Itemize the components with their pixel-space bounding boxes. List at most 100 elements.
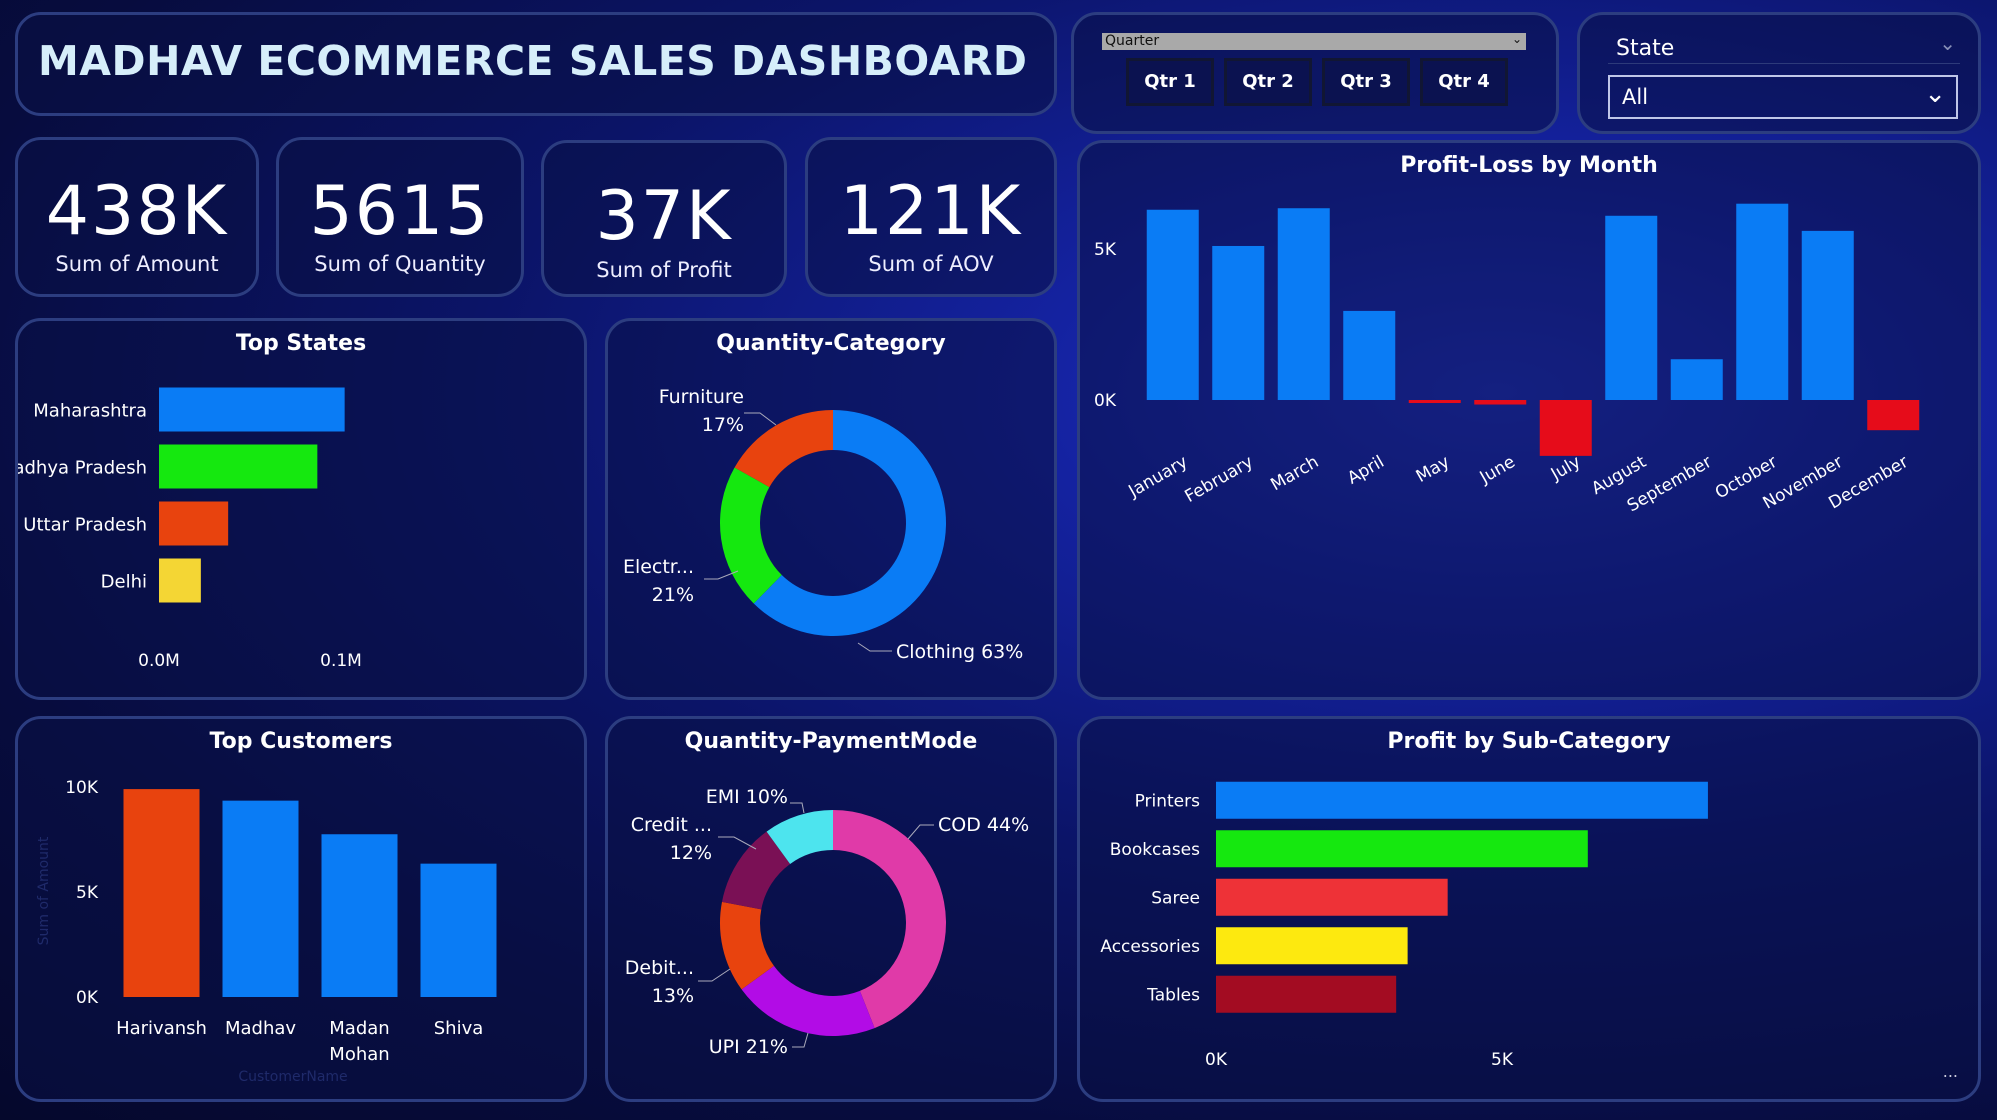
bar	[1343, 310, 1396, 400]
pie-slice	[720, 467, 782, 604]
leader-line	[907, 824, 934, 840]
leader-line	[790, 802, 805, 814]
pie-slice	[741, 965, 875, 1036]
category-label: Delhi	[101, 572, 147, 593]
quantity-paymentmode-chart: COD 44% UPI 21% Debit... 13% Credit ... 12% EM…	[625, 786, 1029, 1058]
profit-loss-month-panel: Profit-Loss by Month 0K 5K January February…	[1077, 140, 1981, 700]
bar	[321, 834, 398, 997]
state-dropdown[interactable]: All ⌄	[1608, 75, 1958, 119]
slice-label: Credit ...	[631, 814, 712, 836]
top-customers-panel: Top Customers 0K 5K 10K Harivansh Madhav Mada…	[15, 716, 587, 1102]
y-tick-label: 0K	[1094, 391, 1117, 411]
state-slicer: State ⌄ All ⌄	[1577, 12, 1981, 134]
bar	[1216, 830, 1588, 868]
x-tick-label: Madan	[329, 1018, 389, 1039]
y-tick-label: 5K	[76, 883, 99, 903]
state-slicer-label: State	[1616, 36, 1675, 61]
y-axis-title: Sum of Amount	[36, 836, 52, 945]
x-tick-label: Madhav	[225, 1018, 296, 1039]
kpi-value: 5615	[309, 172, 491, 251]
profit-subcategory-chart: Printers Bookcases Saree Accessories Tables 0…	[1100, 781, 1708, 1070]
bar	[159, 444, 318, 489]
quantity-paymentmode-panel: Quantity-PaymentMode COD 44% UPI 21% Debit…	[605, 716, 1057, 1102]
bar	[123, 789, 200, 997]
kpi-label: Sum of AOV	[868, 252, 994, 276]
x-tick-label: May	[1413, 452, 1453, 487]
state-slicer-header: State ⌄	[1608, 31, 1960, 64]
slice-label: Debit...	[625, 957, 694, 979]
bar	[159, 558, 201, 603]
slice-percent: 21%	[652, 584, 694, 606]
profit-loss-month-chart: 0K 5K JanuaryFebruary March April May June July…	[1094, 203, 1920, 516]
top-states-panel: Top States MaharashtraMadhya PradeshUtta…	[15, 318, 587, 700]
quarter-button-qtr1[interactable]: Qtr 1	[1126, 58, 1214, 106]
slice-percent: 17%	[702, 414, 744, 436]
bar	[1212, 245, 1265, 400]
category-label: Uttar Pradesh	[23, 515, 147, 536]
x-tick-label: Shiva	[434, 1018, 484, 1039]
kpi-label: Sum of Amount	[55, 252, 219, 276]
kpi-label: Sum of Quantity	[314, 252, 486, 276]
bar	[1408, 400, 1461, 404]
bar	[1277, 208, 1330, 400]
chevron-down-icon[interactable]: ⌄	[1939, 31, 1956, 55]
bar	[159, 387, 345, 432]
x-tick-label: July	[1547, 452, 1584, 485]
slice-label: COD 44%	[938, 814, 1029, 836]
bar	[159, 501, 229, 546]
category-label: Printers	[1135, 791, 1201, 811]
x-tick-label: 0.0M	[138, 651, 180, 671]
slice-label: Furniture	[659, 386, 744, 408]
category-label: Madhya Pradesh	[18, 458, 147, 479]
more-options-icon[interactable]: ...	[1943, 1062, 1958, 1081]
slice-percent: 12%	[670, 842, 712, 864]
quarter-slicer-header-label: Quarter	[1105, 33, 1160, 49]
pie-slice	[734, 410, 833, 488]
x-tick-label: 0K	[1205, 1050, 1228, 1070]
profit-subcategory-panel: Profit by Sub-Category Printers Bookcases…	[1077, 716, 1981, 1102]
category-label: Accessories	[1100, 937, 1200, 957]
top-customers-chart: 0K 5K 10K Harivansh Madhav Madan Mohan Shiva Cus…	[36, 778, 497, 1085]
quarter-button-qtr4[interactable]: Qtr 4	[1420, 58, 1508, 106]
slice-label: UPI 21%	[709, 1036, 788, 1058]
chevron-down-icon[interactable]: ⌄	[1924, 79, 1946, 109]
slice-label: Clothing 63%	[896, 641, 1023, 663]
bar	[1539, 400, 1592, 456]
leader-line	[744, 412, 777, 426]
top-states-chart: Maharashtra Madhya Pradesh Uttar Pradesh De…	[18, 387, 362, 671]
kpi-value: 438K	[45, 172, 229, 251]
quarter-slicer-header[interactable]: Quarter ⌄	[1102, 31, 1526, 50]
bar	[420, 863, 497, 997]
bar	[1216, 927, 1408, 965]
bar	[1670, 359, 1723, 400]
x-tick-label: Harivansh	[116, 1018, 207, 1039]
bar	[1605, 215, 1658, 400]
x-axis-title: CustomerName	[238, 1069, 347, 1085]
quantity-category-chart: Clothing 63% Electr... 21% Furniture 17%	[623, 386, 1023, 663]
category-label: Maharashtra	[33, 401, 147, 422]
y-tick-label: 10K	[65, 778, 99, 798]
category-label: Bookcases	[1110, 840, 1200, 860]
chevron-down-icon[interactable]: ⌄	[1512, 31, 1522, 48]
quantity-category-panel: Quantity-Category Clothing 63% Electr... 2…	[605, 318, 1057, 700]
leader-line	[857, 642, 892, 652]
bar	[1867, 400, 1920, 431]
state-dropdown-value: All	[1622, 85, 1649, 109]
quarter-button-qtr3[interactable]: Qtr 3	[1322, 58, 1410, 106]
kpi-value: 37K	[595, 177, 733, 256]
slice-label: Electr...	[623, 556, 694, 578]
kpi-card-aov: 121K Sum of AOV	[805, 137, 1057, 297]
bar	[1216, 781, 1708, 819]
quarter-slicer: Quarter ⌄ Qtr 1 Qtr 2 Qtr 3 Qtr 4	[1071, 12, 1559, 134]
quarter-button-qtr2[interactable]: Qtr 2	[1224, 58, 1312, 106]
bar	[1801, 230, 1854, 400]
kpi-card-profit: 37K Sum of Profit	[541, 140, 787, 297]
title-panel: MADHAV ECOMMERCE SALES DASHBOARD	[15, 12, 1057, 116]
bar	[222, 800, 299, 997]
dashboard-title: MADHAV ECOMMERCE SALES DASHBOARD	[38, 37, 1028, 85]
y-tick-label: 5K	[1094, 240, 1117, 260]
category-label: Saree	[1151, 888, 1200, 908]
x-tick-label: January	[1125, 452, 1192, 502]
x-tick-label: 0.1M	[320, 651, 362, 671]
slice-percent: 13%	[652, 985, 694, 1007]
